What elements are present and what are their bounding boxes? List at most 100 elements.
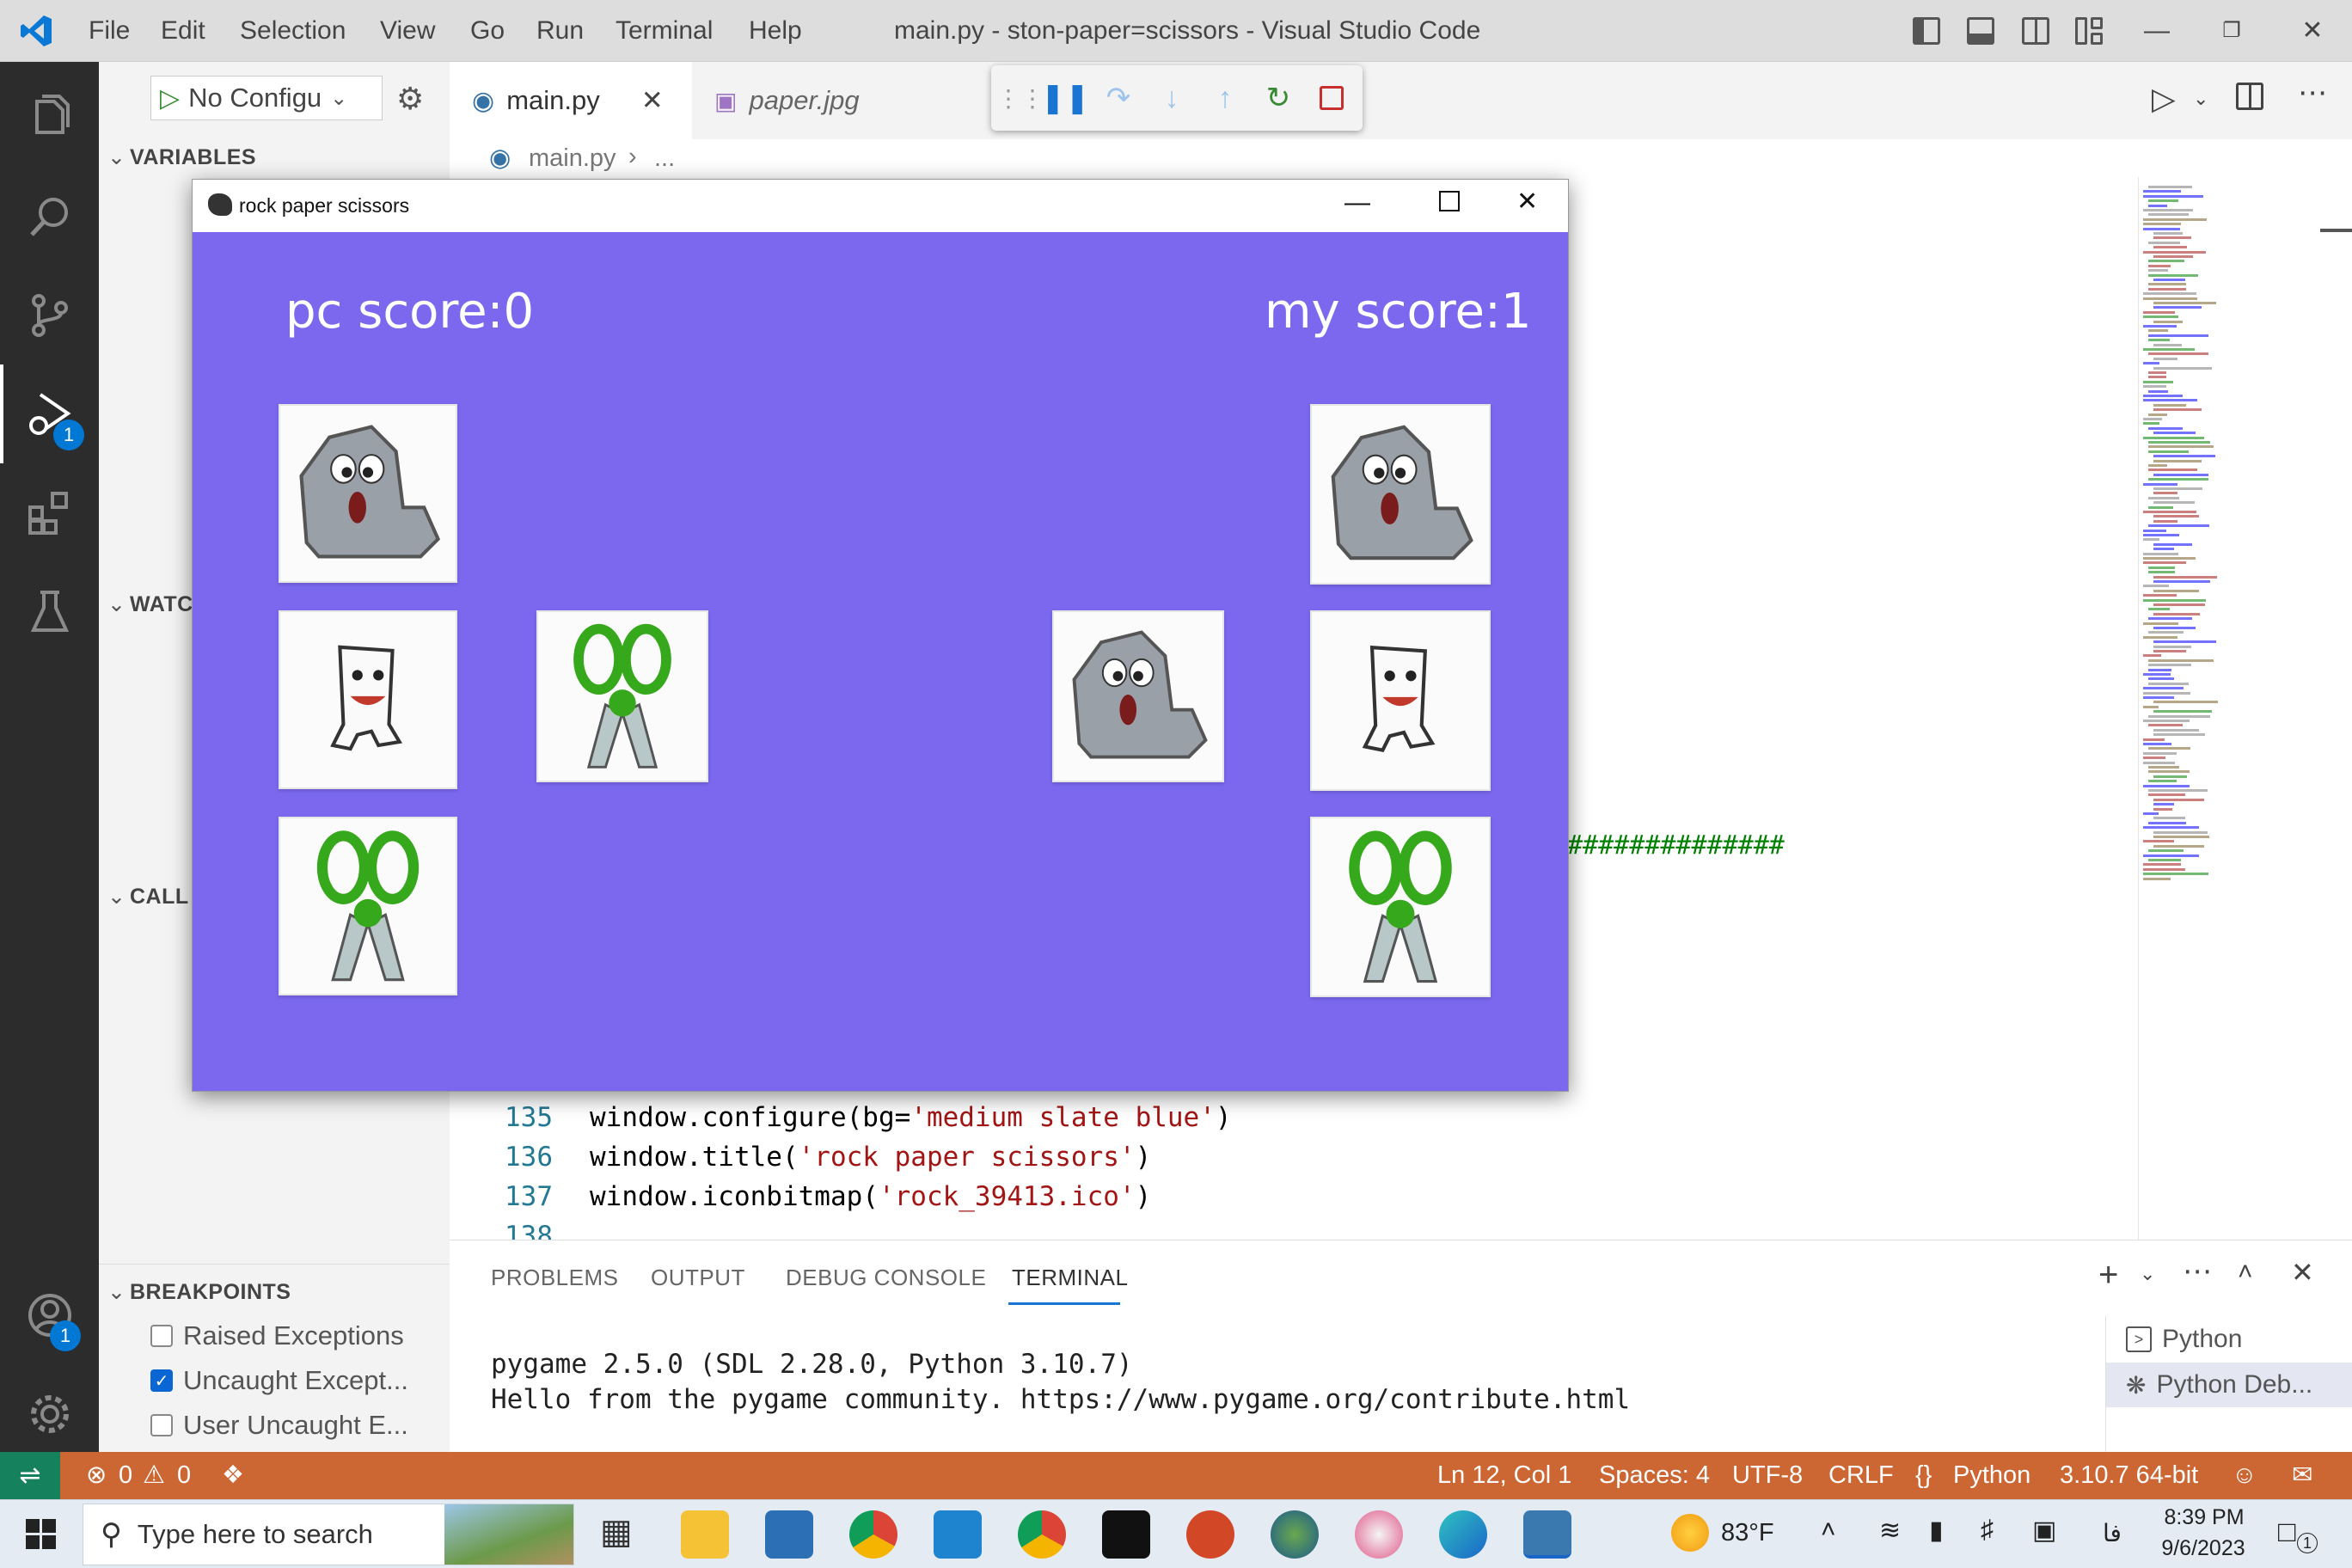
game-minimize-button[interactable]: — [1344, 188, 1370, 217]
show-hidden-icons-icon[interactable]: ˄ [1821, 1516, 1836, 1545]
chrome-icon[interactable] [849, 1510, 897, 1559]
snipping-tool-icon[interactable] [1355, 1510, 1403, 1559]
menu-file[interactable]: File [89, 0, 130, 62]
chevron-down-icon[interactable]: ⌄ [2140, 1263, 2155, 1285]
errors-icon[interactable]: ⊗ [86, 1452, 107, 1499]
minimap[interactable] [2138, 177, 2233, 1240]
encoding[interactable]: UTF-8 [1732, 1452, 1803, 1499]
close-tab-icon[interactable]: ✕ [641, 85, 664, 116]
accounts-icon[interactable]: 1 [0, 1265, 99, 1364]
warning-count[interactable]: 0 [177, 1452, 191, 1499]
drag-handle-icon[interactable]: ⋮⋮ [996, 81, 1044, 115]
chevron-down-icon[interactable]: ⌄ [2193, 88, 2208, 110]
close-panel-icon[interactable]: ✕ [2291, 1256, 2314, 1289]
pc-paper-card[interactable] [279, 610, 457, 789]
debug-launch-icon[interactable]: ❖ [222, 1452, 244, 1499]
extensions-icon[interactable] [0, 463, 99, 562]
warning-icon[interactable]: ⚠ [143, 1452, 165, 1499]
run-debug-icon[interactable]: 1 [0, 364, 99, 463]
powerpoint-icon[interactable] [1186, 1510, 1234, 1559]
game-window[interactable]: rock paper scissors — ✕ pc score:0 my sc… [192, 179, 1569, 1092]
notifications-bell-icon[interactable]: ✉ [2292, 1452, 2312, 1499]
cursor-position[interactable]: Ln 12, Col 1 [1437, 1452, 1571, 1499]
start-debugging-icon[interactable]: ▷ [160, 83, 180, 113]
python-game-taskbar-icon[interactable] [1523, 1510, 1571, 1559]
step-over-icon[interactable]: ↷ [1101, 81, 1136, 115]
chrome-profile-icon[interactable] [1018, 1510, 1066, 1559]
manage-gear-icon[interactable] [0, 1364, 99, 1463]
stop-icon[interactable] [1314, 81, 1349, 115]
toggle-panel-icon[interactable] [1967, 17, 1994, 45]
debug-settings-gear-icon[interactable]: ⚙ [396, 81, 424, 117]
error-count[interactable]: 0 [119, 1452, 132, 1499]
menu-run[interactable]: Run [536, 0, 584, 62]
terminal-output[interactable]: pygame 2.5.0 (SDL 2.28.0, Python 3.10.7)… [491, 1347, 1630, 1418]
watch-section-header[interactable]: ⌄ WATC [107, 591, 193, 617]
windows-start-icon[interactable] [26, 1519, 57, 1550]
explorer-icon[interactable] [0, 68, 99, 167]
tab-output[interactable]: OUTPUT [651, 1265, 745, 1291]
wifi-icon[interactable]: ≋ [1879, 1516, 1901, 1546]
menu-view[interactable]: View [380, 0, 435, 62]
variables-section-header[interactable]: ⌄ VARIABLES [107, 144, 256, 170]
call-stack-section-header[interactable]: ⌄ CALL [107, 884, 189, 910]
testing-icon[interactable] [0, 562, 99, 661]
breakpoints-section-header[interactable]: ⌄ BREAKPOINTS [107, 1279, 291, 1305]
notification-center-icon[interactable]: □ [2278, 1516, 2296, 1549]
weather-icon[interactable] [1671, 1514, 1709, 1552]
pause-icon[interactable]: ❚❚ [1041, 81, 1090, 115]
checkbox[interactable] [150, 1414, 173, 1436]
feedback-icon[interactable]: ☺ [2232, 1452, 2257, 1499]
vscode-taskbar-icon[interactable] [934, 1510, 982, 1559]
source-control-icon[interactable] [0, 266, 99, 364]
battery-icon[interactable]: ▮ [1929, 1516, 1944, 1546]
clock-time[interactable]: 8:39 PM [2161, 1505, 2247, 1530]
menu-help[interactable]: Help [749, 0, 802, 62]
terminal-app-icon[interactable] [1102, 1510, 1150, 1559]
menu-selection[interactable]: Selection [240, 0, 346, 62]
new-terminal-icon[interactable]: + [2098, 1256, 2118, 1295]
input-language[interactable]: فا [2103, 1519, 2122, 1547]
language-mode[interactable]: Python [1953, 1452, 2030, 1499]
split-editor-icon[interactable] [2236, 83, 2263, 110]
line-endings[interactable]: CRLF [1828, 1452, 1894, 1499]
remote-indicator-icon[interactable]: ⇌ [0, 1452, 60, 1499]
game-close-button[interactable]: ✕ [1516, 187, 1538, 217]
tab-problems[interactable]: PROBLEMS [491, 1265, 619, 1291]
meet-now-icon[interactable]: ▣ [2032, 1516, 2056, 1546]
more-actions-icon[interactable]: ⋯ [2298, 76, 2327, 110]
weather-temp[interactable]: 83°F [1721, 1519, 1774, 1547]
breadcrumb-file[interactable]: main.py [529, 144, 616, 173]
my-rock-button[interactable] [1310, 404, 1491, 585]
search-icon[interactable] [0, 167, 99, 266]
python-interpreter[interactable]: 3.10.7 64-bit [2060, 1452, 2198, 1499]
volume-icon[interactable]: ♯ [1981, 1516, 1994, 1545]
minimize-button[interactable]: — [2122, 0, 2191, 62]
pc-scissors-card[interactable] [279, 817, 457, 995]
more-actions-icon[interactable]: ⋯ [2183, 1254, 2212, 1289]
braces-icon[interactable]: {} [1915, 1452, 1932, 1499]
tab-terminal[interactable]: TERMINAL [1012, 1265, 1128, 1291]
globe-app-icon[interactable] [1271, 1510, 1319, 1559]
clock-date[interactable]: 9/6/2023 [2156, 1536, 2251, 1561]
menu-terminal[interactable]: Terminal [616, 0, 713, 62]
my-scissors-button[interactable] [1310, 817, 1491, 997]
terminal-item-python[interactable]: > Python [2126, 1318, 2352, 1361]
toggle-sidebar-icon[interactable] [1913, 17, 1940, 45]
my-paper-button[interactable] [1310, 610, 1491, 791]
restart-icon[interactable]: ↻ [1261, 81, 1295, 115]
powershell-icon[interactable] [765, 1510, 813, 1559]
file-explorer-icon[interactable] [681, 1510, 729, 1559]
tab-debug-console[interactable]: DEBUG CONSOLE [786, 1265, 986, 1291]
checkbox-checked[interactable]: ✓ [150, 1369, 173, 1392]
run-config-select[interactable]: ▷ No Configu ⌄ [150, 76, 383, 120]
terminal-item-python-debug[interactable]: ❋ Python Deb... [2106, 1363, 2352, 1407]
menu-go[interactable]: Go [470, 0, 505, 62]
edge-icon[interactable] [1439, 1510, 1487, 1559]
menu-edit[interactable]: Edit [161, 0, 205, 62]
game-maximize-button[interactable] [1439, 191, 1460, 211]
run-python-file-icon[interactable]: ▷ [2152, 81, 2176, 117]
game-title-bar[interactable]: rock paper scissors — ✕ [193, 180, 1568, 232]
toggle-secondary-sidebar-icon[interactable] [2022, 17, 2049, 45]
restore-button[interactable]: ❐ [2197, 0, 2266, 62]
